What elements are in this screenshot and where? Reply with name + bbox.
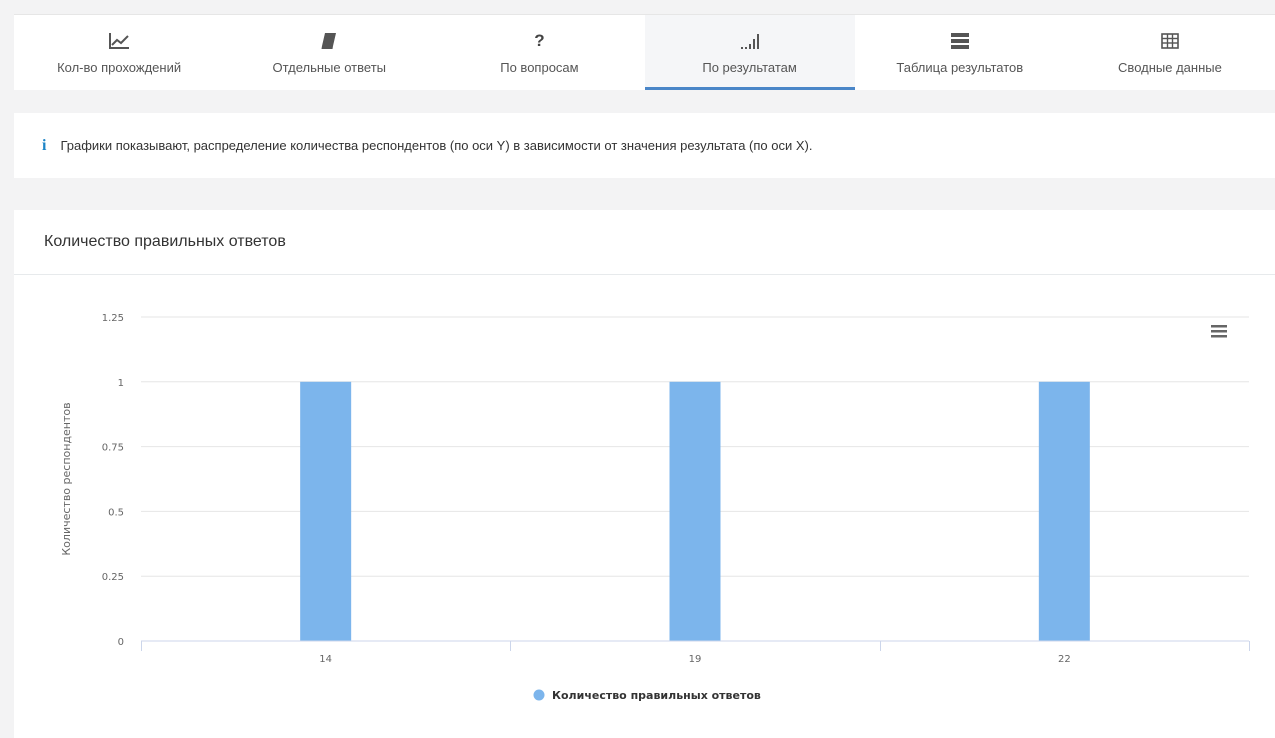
info-banner: i Графики показывают, распределение коли… [14, 113, 1275, 178]
info-icon: i [42, 136, 47, 154]
x-tick-label: 22 [1058, 654, 1071, 665]
page: Кол-во прохождений Отдельные ответы ? По… [14, 0, 1275, 738]
bar-chart: 0 0.25 0.5 0.75 1 1.25 14 19 22 Количество респо… [60, 313, 1250, 702]
tab-by-questions[interactable]: ? По вопросам [434, 15, 644, 90]
tab-individual-answers[interactable]: Отдельные ответы [224, 15, 434, 90]
legend-marker [533, 689, 545, 701]
context-menu-button[interactable] [1206, 322, 1232, 344]
y-tick-label: 1.25 [102, 313, 124, 324]
bar[interactable] [300, 381, 352, 641]
legend-label: Количество правильных ответов [552, 689, 761, 702]
tab-label: По результатам [702, 59, 797, 75]
tab-label: Кол-во прохождений [57, 59, 182, 75]
tab-label: Сводные данные [1118, 59, 1222, 75]
info-text: Графики показывают, распределение количе… [60, 138, 813, 153]
y-axis-title: Количество респондентов [60, 402, 73, 555]
chart-panel: Количество правильных ответов 0 0.25 0.5 0.… [14, 210, 1275, 738]
bar[interactable] [669, 381, 721, 641]
y-tick-label: 1 [118, 378, 124, 389]
y-tick-label: 0.25 [102, 572, 124, 583]
tabs-bar: Кол-во прохождений Отдельные ответы ? По… [14, 14, 1275, 90]
x-tick-label: 19 [689, 654, 702, 665]
line-chart-icon [108, 31, 130, 51]
tab-label: Отдельные ответы [272, 59, 387, 75]
server-icon [950, 31, 970, 51]
signal-bars-icon [739, 31, 761, 51]
tab-attempts-count[interactable]: Кол-во прохождений [14, 15, 224, 90]
table-icon [1161, 31, 1179, 51]
tab-summary-data[interactable]: Сводные данные [1065, 15, 1275, 90]
y-tick-label: 0.75 [102, 443, 124, 454]
x-tick-label: 14 [319, 654, 332, 665]
tab-label: По вопросам [500, 59, 579, 75]
tab-label: Таблица результатов [896, 59, 1024, 75]
tab-results-table[interactable]: Таблица результатов [855, 15, 1065, 90]
tab-by-results[interactable]: По результатам [644, 15, 855, 90]
bar[interactable] [1038, 381, 1090, 641]
book-icon [321, 31, 337, 51]
y-tick-label: 0.5 [108, 507, 124, 518]
y-tick-label: 0 [118, 637, 124, 648]
legend[interactable]: Количество правильных ответов [533, 689, 761, 702]
question-icon: ? [534, 30, 545, 50]
menu-icon [1211, 325, 1227, 338]
